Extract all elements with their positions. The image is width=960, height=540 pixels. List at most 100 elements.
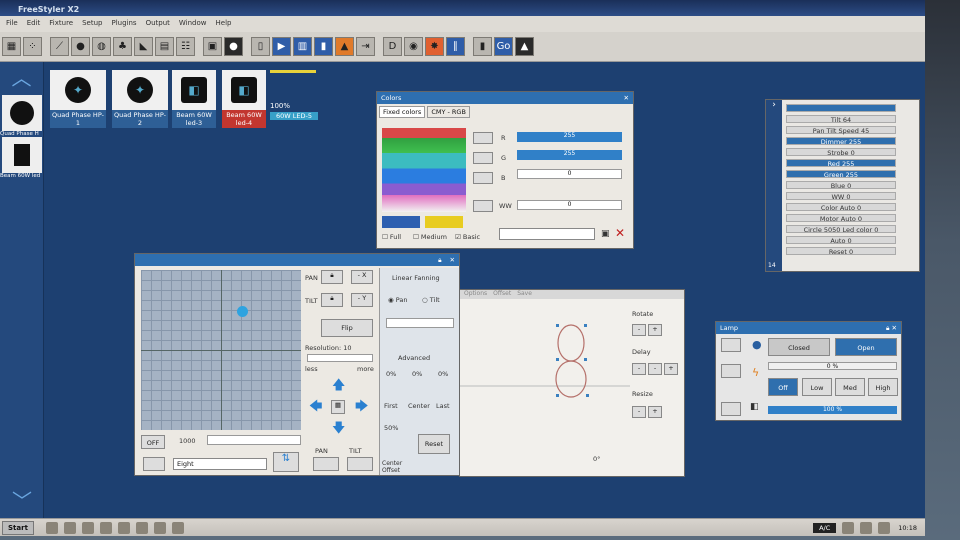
- matrix-icon[interactable]: ▤: [155, 37, 174, 56]
- lamp-power-button[interactable]: [721, 364, 741, 378]
- tree-icon[interactable]: ♣: [113, 37, 132, 56]
- app-icon-6[interactable]: [135, 521, 148, 534]
- candle-icon[interactable]: ▮: [473, 37, 492, 56]
- speed-slider[interactable]: [207, 435, 301, 445]
- down-arrow-icon[interactable]: 🡇: [332, 419, 345, 441]
- channel-row[interactable]: Blue 0: [786, 181, 896, 190]
- menu-window[interactable]: Window: [179, 19, 207, 32]
- close-icon[interactable]: ✕: [624, 94, 629, 102]
- b-slider[interactable]: 0: [517, 169, 622, 179]
- ww-button[interactable]: [473, 200, 493, 212]
- menu-plugins[interactable]: Plugins: [111, 19, 136, 32]
- tray-icon-1[interactable]: [842, 521, 855, 534]
- tray-icon-2[interactable]: [860, 521, 873, 534]
- app-icon-1[interactable]: [45, 521, 58, 534]
- save-icon[interactable]: ▣: [601, 229, 610, 239]
- center-icon[interactable]: ▦: [331, 400, 345, 414]
- play-icon[interactable]: ▶: [272, 37, 291, 56]
- delete-icon[interactable]: ✕: [615, 226, 625, 240]
- grid-icon[interactable]: ▦: [2, 37, 21, 56]
- lamp-med-button[interactable]: Med: [835, 378, 865, 396]
- app-icon-8[interactable]: [171, 521, 184, 534]
- rotate-plus[interactable]: +: [648, 324, 662, 336]
- scatter-icon[interactable]: ⁘: [23, 37, 42, 56]
- check-medium[interactable]: ☐ Medium: [413, 233, 447, 241]
- shape-canvas[interactable]: [460, 300, 630, 476]
- check-basic[interactable]: ☑ Basic: [455, 233, 480, 241]
- bars-icon[interactable]: ▮: [314, 37, 333, 56]
- channel-row[interactable]: Auto 0: [786, 236, 896, 245]
- scroll-down-icon[interactable]: ﹀: [0, 485, 44, 514]
- pause-icon[interactable]: ∥: [446, 37, 465, 56]
- color-preset-select[interactable]: [499, 228, 595, 240]
- b-button[interactable]: [473, 172, 493, 184]
- channel-row[interactable]: Reset 0: [786, 247, 896, 256]
- start-button[interactable]: Start: [2, 520, 34, 535]
- menu-edit[interactable]: Edit: [27, 19, 41, 32]
- resolution-slider[interactable]: [307, 354, 373, 362]
- wand-icon[interactable]: ⟋: [50, 37, 69, 56]
- channel-row[interactable]: Motor Auto 0: [786, 214, 896, 223]
- camera-icon[interactable]: ◉: [404, 37, 423, 56]
- right-arrow-icon[interactable]: 🡆: [355, 397, 368, 419]
- tab-cmy-rgb[interactable]: CMY - RGB: [427, 106, 470, 118]
- resize-plus[interactable]: +: [648, 406, 662, 418]
- scroll-up-icon[interactable]: ︿: [0, 62, 43, 91]
- tab-save[interactable]: Save: [517, 290, 532, 299]
- gobo-icon[interactable]: ●: [71, 37, 90, 56]
- g-slider[interactable]: 255: [517, 150, 622, 160]
- lamp-off-button[interactable]: Off: [768, 378, 798, 396]
- tilt-lock-icon[interactable]: 🔒︎: [321, 293, 343, 307]
- flip-button[interactable]: Flip: [321, 319, 373, 337]
- menu-help[interactable]: Help: [216, 19, 232, 32]
- shape-preview-button[interactable]: [143, 457, 165, 471]
- channel-row[interactable]: Dimmer 255: [786, 137, 896, 146]
- open-button[interactable]: Open: [835, 338, 897, 356]
- radio-pan[interactable]: ◉ Pan: [388, 296, 407, 304]
- fixture-label-5[interactable]: 60W LED-5: [270, 112, 318, 120]
- channel-row[interactable]: [786, 104, 896, 112]
- channel-row[interactable]: Pan Tilt Speed 45: [786, 126, 896, 135]
- pan-fine-button[interactable]: [313, 457, 339, 471]
- color-palette[interactable]: [382, 128, 466, 212]
- tab-fixed-colors[interactable]: Fixed colors: [379, 106, 426, 118]
- fanning-slider[interactable]: [386, 318, 454, 328]
- channel-row[interactable]: Color Auto 0: [786, 203, 896, 212]
- fire-icon[interactable]: ▲: [335, 37, 354, 56]
- lock-icon[interactable]: 🔒︎: [438, 256, 441, 264]
- delay-zero[interactable]: -: [648, 363, 662, 375]
- invert-x-button[interactable]: - X: [351, 270, 373, 284]
- fixture-thumb-1[interactable]: [2, 95, 42, 131]
- up-arrow-icon[interactable]: 🡅: [332, 376, 345, 398]
- lamp-slider-2[interactable]: 100 %: [768, 406, 897, 414]
- off-button[interactable]: OFF: [141, 435, 165, 449]
- app-icon-2[interactable]: [63, 521, 76, 534]
- position-cursor[interactable]: [237, 306, 248, 317]
- channels-expand-icon[interactable]: ›: [766, 100, 782, 271]
- menu-file[interactable]: File: [6, 19, 18, 32]
- fixture-card-3[interactable]: ◧ Beam 60W led-3: [172, 70, 216, 132]
- close-icon[interactable]: ✕: [892, 324, 897, 332]
- pan-lock-icon[interactable]: 🔒︎: [321, 270, 343, 284]
- dmx-icon[interactable]: D: [383, 37, 402, 56]
- invert-y-button[interactable]: - Y: [351, 293, 373, 307]
- delay-minus[interactable]: -: [632, 363, 646, 375]
- lamp-shutter-button[interactable]: [721, 338, 741, 352]
- lamp-reset-button[interactable]: [721, 402, 741, 416]
- channel-row[interactable]: Tilt 64: [786, 115, 896, 124]
- channel-row[interactable]: Red 255: [786, 159, 896, 168]
- closed-button[interactable]: Closed: [768, 338, 830, 356]
- pantilt-grid[interactable]: [141, 270, 301, 430]
- radio-tilt[interactable]: ○ Tilt: [422, 296, 440, 304]
- app-icon-5[interactable]: [117, 521, 130, 534]
- check-full[interactable]: ☐ Full: [382, 233, 401, 241]
- list-icon[interactable]: ☷: [176, 37, 195, 56]
- fixture-card-2[interactable]: ✦ Quad Phase HP-2: [112, 70, 168, 132]
- channel-row[interactable]: Green 255: [786, 170, 896, 179]
- sequencer-icon[interactable]: ▥: [293, 37, 312, 56]
- color-wheel-icon[interactable]: ◍: [92, 37, 111, 56]
- channel-row[interactable]: WW 0: [786, 192, 896, 201]
- menu-output[interactable]: Output: [146, 19, 170, 32]
- resize-minus[interactable]: -: [632, 406, 646, 418]
- sphere-icon[interactable]: ●: [224, 37, 243, 56]
